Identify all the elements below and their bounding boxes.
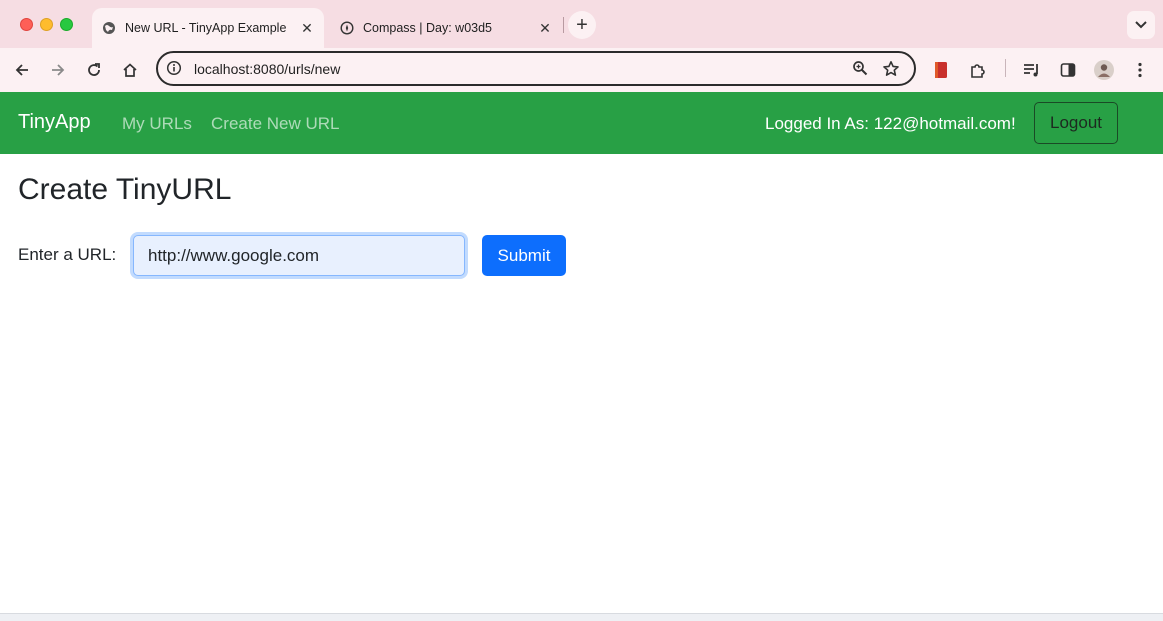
zoom-icon[interactable] [852,60,868,81]
browser-menu-button[interactable] [1126,56,1154,84]
tab-title: New URL - TinyApp Example [125,21,287,35]
extension-book-button[interactable] [927,56,955,84]
reload-icon [88,63,100,76]
minimize-window-button[interactable] [40,18,53,31]
submit-button[interactable]: Submit [482,235,566,276]
nav-create-new-url-link[interactable]: Create New URL [211,114,340,134]
home-button[interactable] [116,56,144,84]
tab-compass[interactable]: Compass | Day: w03d5 ✕ [330,8,562,48]
logout-button[interactable]: Logout [1034,102,1118,144]
arrow-right-icon [52,64,65,76]
window-bottom-edge [0,613,1163,621]
toolbar-divider [1005,59,1006,77]
close-window-button[interactable] [20,18,33,31]
reload-button[interactable] [80,56,108,84]
close-tab-icon[interactable]: ✕ [298,19,316,37]
tab-separator [563,17,564,33]
new-tab-button[interactable]: + [568,11,596,39]
brand-link[interactable]: TinyApp [18,111,91,134]
chevron-down-icon [1135,21,1147,29]
browser-toolbar: localhost:8080/urls/new [0,48,1163,92]
extensions-button[interactable] [964,56,992,84]
more-vertical-icon [1138,62,1142,78]
side-panel-icon [1060,63,1076,77]
avatar [1094,60,1114,80]
browser-tab-bar: New URL - TinyApp Example ✕ Compass | Da… [0,0,1163,48]
url-field-label: Enter a URL: [18,245,117,264]
playlist-icon [1024,64,1038,77]
close-tab-icon[interactable]: ✕ [536,19,554,37]
tab-title: Compass | Day: w03d5 [363,21,492,35]
tab-tinyapp[interactable]: New URL - TinyApp Example ✕ [92,8,324,48]
address-bar[interactable]: localhost:8080/urls/new [156,51,916,86]
media-controls-button[interactable] [1018,56,1046,84]
back-button[interactable] [8,56,36,84]
maximize-window-button[interactable] [60,18,73,31]
puzzle-icon [971,64,985,78]
logged-in-status: Logged In As: 122@hotmail.com! [765,114,1016,133]
arrow-left-icon [15,64,28,76]
nav-my-urls-link[interactable]: My URLs [122,114,192,134]
globe-icon [102,21,116,35]
side-panel-button[interactable] [1054,56,1082,84]
home-icon [123,63,137,77]
profile-button[interactable] [1090,56,1118,84]
app-navbar: TinyApp My URLs Create New URL Logged In… [0,92,1163,154]
book-extension-icon [935,62,947,78]
bookmark-star-icon[interactable] [882,60,900,83]
page-title: Create TinyURL [18,173,232,206]
address-url[interactable]: localhost:8080/urls/new [194,61,340,77]
site-info-icon[interactable] [166,60,182,81]
compass-icon [340,21,354,35]
forward-button[interactable] [44,56,72,84]
url-input[interactable] [133,235,465,276]
tab-search-button[interactable] [1127,11,1155,39]
